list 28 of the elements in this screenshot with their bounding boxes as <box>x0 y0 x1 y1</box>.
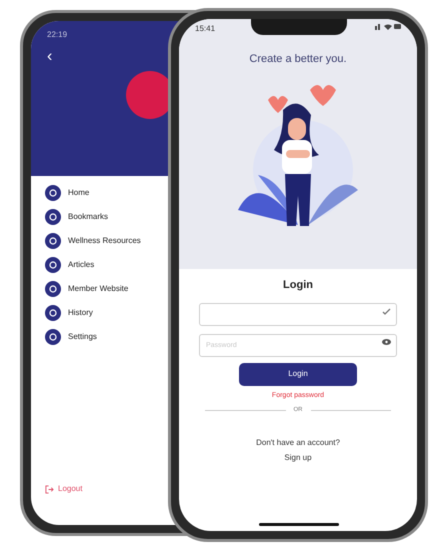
back-button[interactable]: ‹ <box>47 49 52 65</box>
status-time: 15:41 <box>195 23 216 35</box>
headline: Create a better you. <box>249 52 347 67</box>
status-icons <box>375 23 401 30</box>
menu-item[interactable]: Bookmarks <box>45 209 108 225</box>
menu-item[interactable]: Settings <box>45 329 97 345</box>
login-button[interactable]: Login <box>239 362 357 386</box>
menu-item[interactable]: Articles <box>45 257 94 273</box>
eye-icon[interactable] <box>382 338 391 344</box>
menu-item[interactable]: History <box>45 305 93 321</box>
logout-button[interactable]: Logout <box>58 483 82 495</box>
logout-icon <box>45 484 54 494</box>
status-time: 22:19 <box>47 29 68 41</box>
login-heading: Login <box>283 278 313 293</box>
circle-icon <box>45 305 61 321</box>
username-field[interactable] <box>199 302 397 326</box>
circle-icon <box>45 281 61 297</box>
circle-icon <box>45 329 61 345</box>
signup-link[interactable]: Sign up <box>284 452 312 464</box>
circle-icon <box>45 233 61 249</box>
menu-item[interactable]: Wellness Resources <box>45 233 141 249</box>
check-icon <box>382 308 391 314</box>
circle-icon <box>45 185 61 201</box>
circle-icon <box>45 209 61 225</box>
circle-icon <box>45 257 61 273</box>
menu-item[interactable]: Home <box>45 185 90 201</box>
signup-prompt: Don't have an account? <box>256 437 340 449</box>
menu-item[interactable]: Member Website <box>45 281 128 297</box>
